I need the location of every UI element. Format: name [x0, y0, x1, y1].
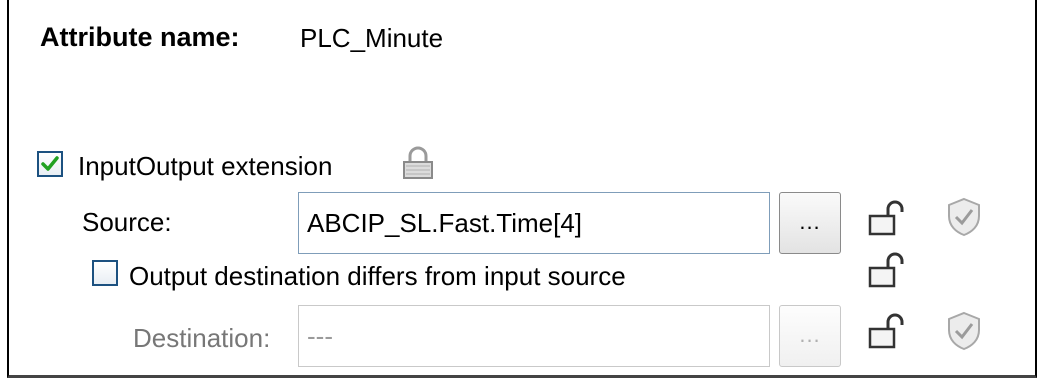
destination-input[interactable]: --- [298, 305, 770, 367]
destination-shield-check-icon[interactable] [945, 310, 983, 357]
source-browse-button[interactable]: ... [779, 192, 841, 254]
source-input[interactable]: ABCIP_SL.Fast.Time[4] [298, 192, 770, 254]
inputoutput-extension-checkbox[interactable] [37, 151, 63, 177]
check-mark-icon [41, 156, 59, 171]
destination-browse-button[interactable]: ... [779, 305, 841, 367]
attribute-name-label: Attribute name: [40, 22, 240, 52]
destination-unlock-icon[interactable] [866, 311, 906, 356]
locked-lock-icon [398, 146, 438, 187]
output-destination-differs-label: Output destination differs from input so… [129, 261, 626, 291]
destination-label: Destination: [133, 323, 271, 353]
source-unlock-icon[interactable] [866, 198, 906, 243]
output-destination-differs-checkbox[interactable] [92, 260, 118, 286]
source-label: Source: [82, 207, 172, 237]
attribute-name-value: PLC_Minute [300, 23, 444, 53]
source-shield-check-icon[interactable] [945, 196, 983, 243]
inputoutput-extension-label: InputOutput extension [78, 151, 333, 181]
output-differs-unlock-icon[interactable] [866, 250, 906, 295]
